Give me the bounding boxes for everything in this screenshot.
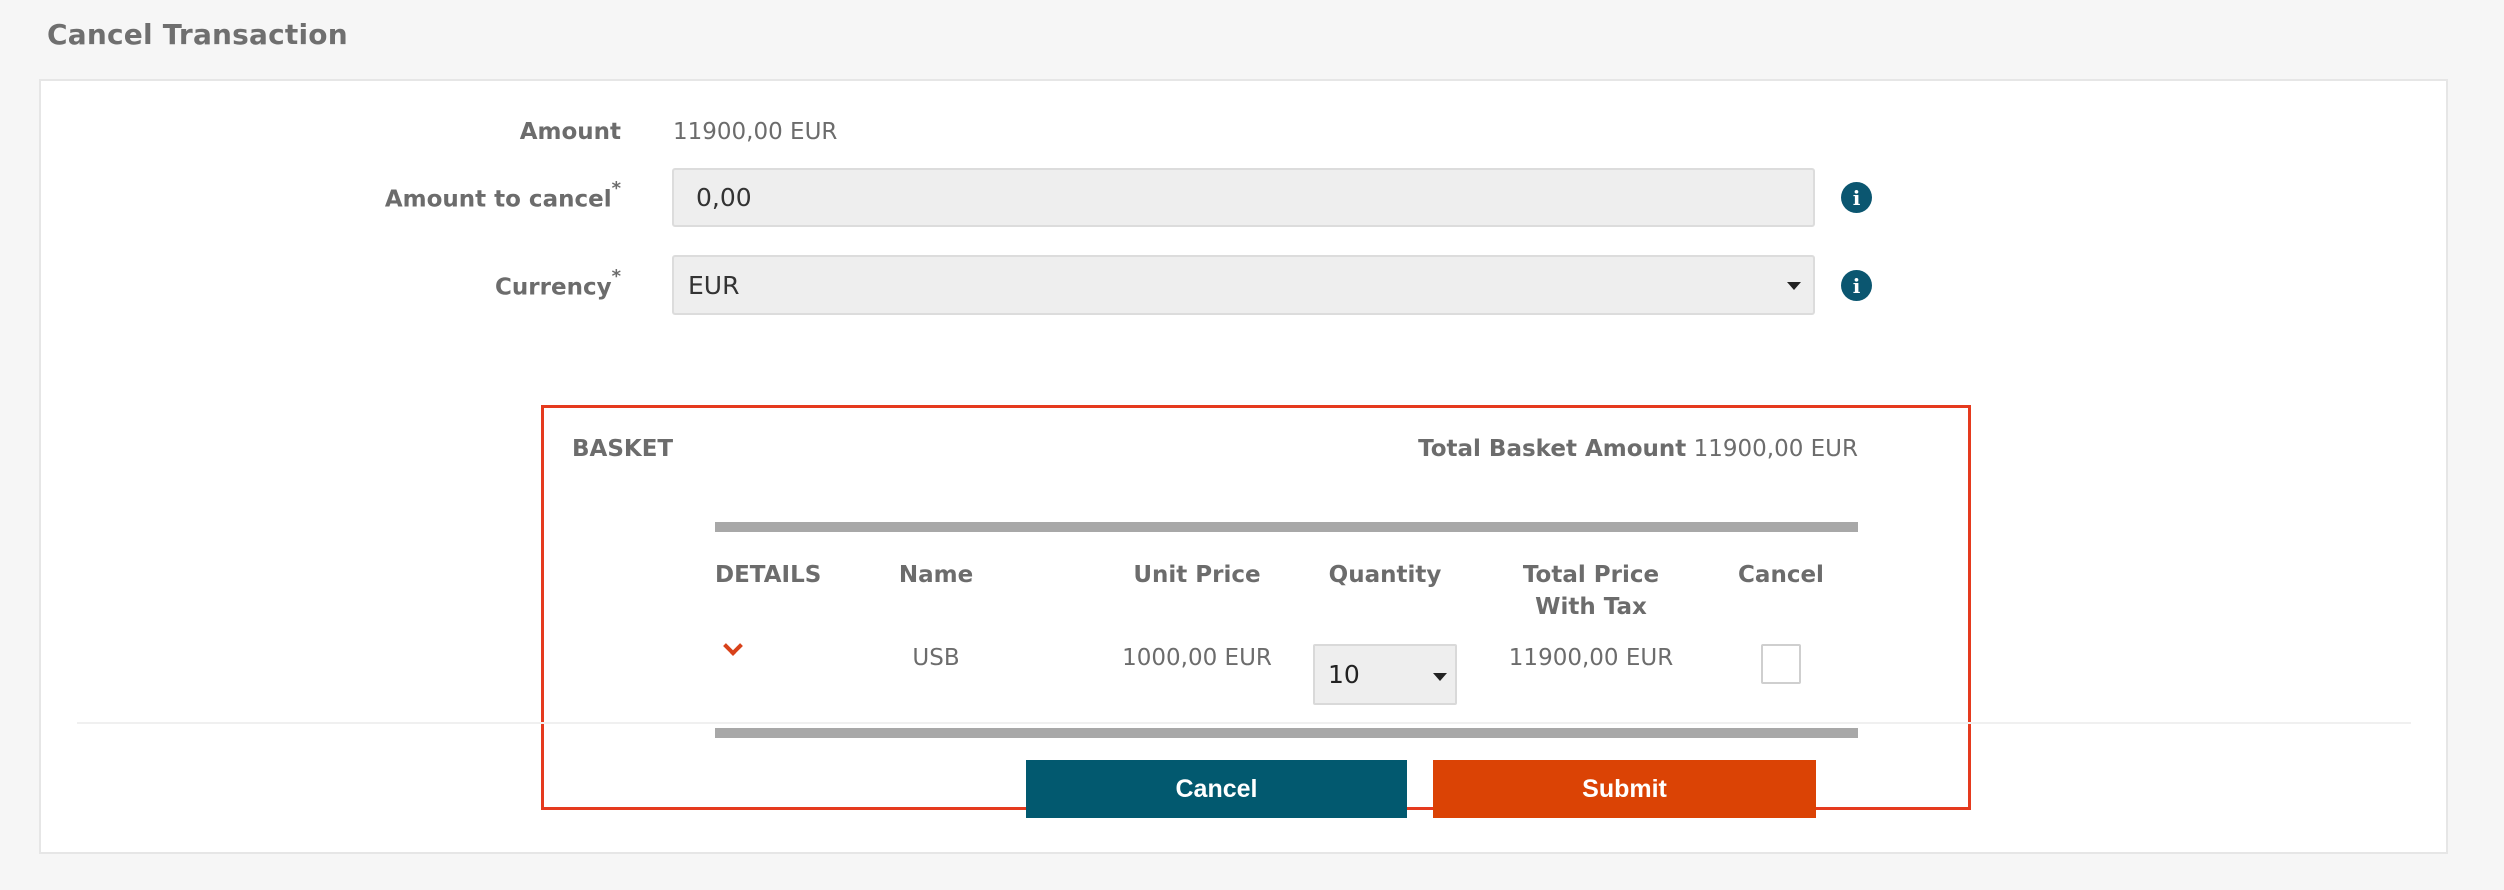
chevron-down-icon bbox=[1433, 673, 1447, 681]
cancel-button[interactable]: Cancel bbox=[1026, 760, 1407, 818]
column-header-total-price: Total Price With Tax bbox=[1522, 562, 1660, 620]
table-top-rule bbox=[715, 522, 1858, 532]
divider bbox=[77, 722, 2411, 724]
amount-to-cancel-label: Amount to cancel* bbox=[384, 178, 621, 213]
amount-value: 11900,00 EUR bbox=[673, 119, 838, 145]
row-name: USB bbox=[912, 645, 960, 671]
page-title: Cancel Transaction bbox=[47, 18, 348, 51]
table-bottom-rule bbox=[715, 728, 1858, 738]
column-header-details: DETAILS bbox=[715, 562, 822, 588]
row-unit-price: 1000,00 EUR bbox=[1122, 645, 1272, 671]
amount-to-cancel-input[interactable]: 0,00 bbox=[672, 168, 1815, 227]
column-header-unit-price: Unit Price bbox=[1133, 562, 1261, 588]
info-icon[interactable]: i bbox=[1841, 270, 1872, 301]
amount-label: Amount bbox=[519, 119, 621, 145]
basket-total: Total Basket Amount 11900,00 EUR bbox=[1418, 436, 1858, 462]
cancel-transaction-panel: Amount 11900,00 EUR Amount to cancel* 0,… bbox=[39, 79, 2448, 854]
column-header-name: Name bbox=[898, 562, 974, 588]
column-header-quantity: Quantity bbox=[1328, 562, 1442, 588]
chevron-down-icon[interactable] bbox=[723, 636, 743, 656]
currency-label: Currency* bbox=[495, 266, 621, 301]
column-header-cancel: Cancel bbox=[1738, 562, 1824, 588]
basket-section: BASKET Total Basket Amount 11900,00 EUR … bbox=[541, 405, 1971, 810]
quantity-select[interactable]: 10 bbox=[1313, 644, 1457, 705]
basket-label: BASKET bbox=[572, 436, 674, 462]
cancel-item-checkbox[interactable] bbox=[1761, 644, 1801, 684]
chevron-down-icon bbox=[1787, 282, 1801, 290]
row-total-price: 11900,00 EUR bbox=[1508, 645, 1674, 671]
currency-select[interactable]: EUR bbox=[672, 255, 1815, 315]
info-icon[interactable]: i bbox=[1841, 182, 1872, 213]
submit-button[interactable]: Submit bbox=[1433, 760, 1816, 818]
